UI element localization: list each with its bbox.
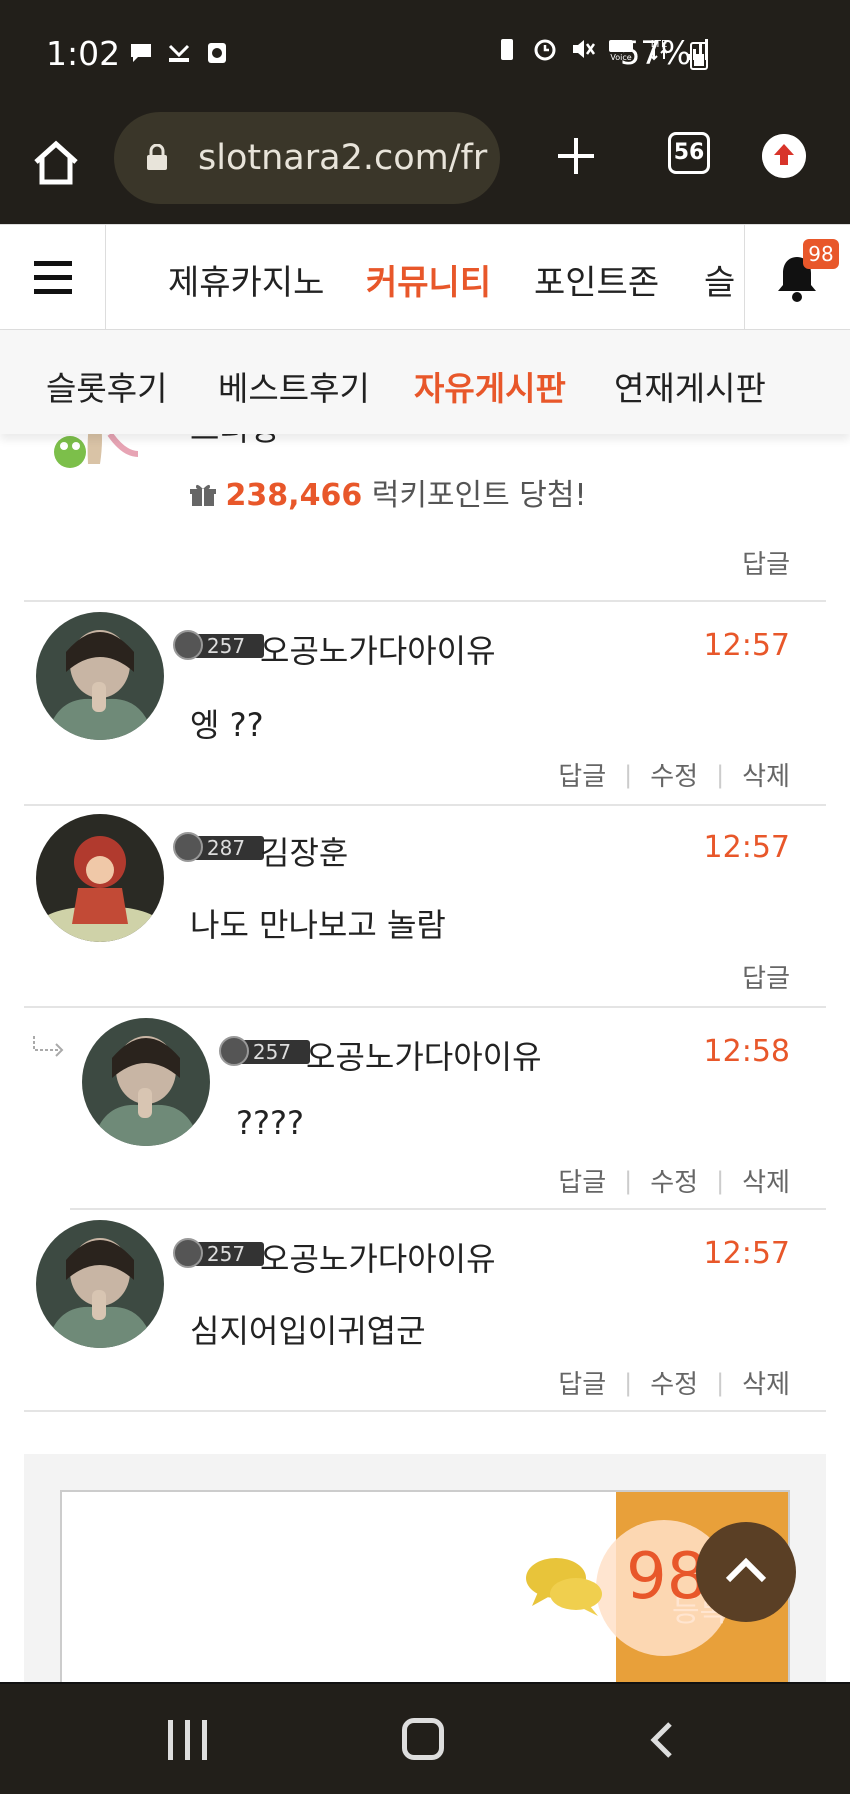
comment-text: 나도 만나보고 놀람 <box>190 906 446 944</box>
screen-record-icon <box>208 43 226 63</box>
comment-author[interactable]: 김장훈 <box>260 828 348 874</box>
tab-slot-review[interactable]: 슬롯후기 <box>46 362 167 410</box>
url-text: slotnara2.com/fr <box>198 138 488 178</box>
comment-reply-item: 257 오공노가다아이유 12:58 ???? 답글 | 수정 | 삭제 <box>33 1008 826 1210</box>
comment-count: 98 <box>626 1540 708 1614</box>
board-tabs: 슬롯후기 베스트후기 자유게시판 연재게시판 <box>0 330 850 434</box>
missed-call-icon <box>168 44 190 62</box>
new-tab-icon[interactable] <box>554 134 598 178</box>
comment-text: 엥 ?? <box>190 706 264 744</box>
nav-menu: 제휴카지노 커뮤니티 포인트존 슬 <box>106 225 744 331</box>
comment-time: 12:57 <box>703 1236 790 1271</box>
lucky-point-notice: 238,466 럭키포인트 당첨! <box>190 470 587 514</box>
mute-icon <box>573 40 596 58</box>
comment-author[interactable]: 오공노가다아이유 <box>306 1032 542 1078</box>
nav-item-point-zone[interactable]: 포인트존 <box>534 255 659 304</box>
nav-item-partner-casino[interactable]: 제휴카지노 <box>168 255 324 304</box>
reply-link[interactable]: 답글 <box>742 544 790 581</box>
comment-input[interactable]: 등록 98 <box>60 1490 790 1692</box>
nav-item-slot[interactable]: 슬 <box>704 255 735 304</box>
status-time: 1:02 <box>46 34 121 73</box>
lucky-point-text: 럭키포인트 당첨! <box>371 478 587 513</box>
scroll-top-button[interactable] <box>696 1522 796 1622</box>
notification-button[interactable]: 98 <box>744 225 850 331</box>
update-arrow-icon[interactable] <box>762 134 806 178</box>
avatar <box>36 1220 164 1348</box>
battery-icon <box>690 42 708 70</box>
delete-link[interactable]: 삭제 <box>742 1364 790 1401</box>
comment-actions: 답글 | 수정 | 삭제 <box>558 1364 790 1401</box>
battery-percent: 57% <box>620 34 692 72</box>
nav-item-community[interactable]: 커뮤니티 <box>366 255 491 304</box>
menu-button[interactable] <box>0 225 106 331</box>
tab-switcher-button[interactable]: 56 <box>668 132 710 174</box>
alarm-icon <box>534 39 556 61</box>
comment-author[interactable]: 오공노가다아이유 <box>260 626 496 672</box>
edit-link[interactable]: 수정 <box>650 1364 698 1401</box>
delete-link[interactable]: 삭제 <box>742 756 790 793</box>
lock-icon <box>147 144 167 170</box>
comment-actions: 답글 | 수정 | 삭제 <box>558 756 790 793</box>
comment-item: 257 오공노가다아이유 12:57 엥 ?? 답글 | 수정 | 삭제 <box>24 604 826 806</box>
svg-text:257: 257 <box>207 1242 245 1266</box>
avatar <box>44 434 144 484</box>
comment-item: 287 김장훈 12:57 나도 만나보고 놀람 답글 <box>24 806 826 1008</box>
comment-time: 12:57 <box>703 830 790 865</box>
address-bar[interactable]: slotnara2.com/fr <box>114 112 500 204</box>
home-icon[interactable] <box>30 136 82 188</box>
edit-link[interactable]: 수정 <box>650 756 698 793</box>
reply-link[interactable]: 답글 <box>558 756 606 793</box>
level-badge: 257 <box>219 1036 310 1066</box>
tab-best-review[interactable]: 베스트후기 <box>218 362 370 410</box>
avatar <box>82 1018 210 1146</box>
system-nav-bar <box>0 1682 850 1794</box>
recent-apps-button[interactable] <box>168 1720 208 1760</box>
level-badge: 257 <box>173 1238 264 1268</box>
gift-icon <box>190 484 216 506</box>
comment-author[interactable]: 그러넹 <box>190 434 278 450</box>
chat-bubble-icon <box>131 44 151 62</box>
avatar <box>36 814 164 942</box>
status-left-icons <box>128 40 230 66</box>
back-icon[interactable] <box>650 1720 674 1760</box>
svg-text:257: 257 <box>253 1040 291 1064</box>
reply-link[interactable]: 답글 <box>742 958 790 995</box>
status-bar: 1:02 Voice LTE 57% <box>0 0 850 112</box>
comment-actions: 답글 | 수정 | 삭제 <box>558 1162 790 1199</box>
comment-actions: 답글 <box>742 544 790 581</box>
level-badge: 257 <box>173 630 264 660</box>
lucky-point-amount: 238,466 <box>225 478 363 513</box>
comment-time: 12:58 <box>703 1034 790 1069</box>
tab-series-board[interactable]: 연재게시판 <box>614 362 766 410</box>
comment-text: 심지어입이귀엽군 <box>190 1312 426 1350</box>
svg-text:257: 257 <box>207 634 245 658</box>
browser-toolbar: slotnara2.com/fr 56 <box>0 112 850 224</box>
comment-author[interactable]: 오공노가다아이유 <box>260 1234 496 1280</box>
delete-link[interactable]: 삭제 <box>742 1162 790 1199</box>
svg-text:287: 287 <box>207 836 245 860</box>
comment-actions: 답글 <box>742 958 790 995</box>
menu-icon <box>34 261 72 266</box>
comment-text: ???? <box>236 1104 304 1142</box>
edit-link[interactable]: 수정 <box>650 1162 698 1199</box>
comment-item: 그러넹 238,466 럭키포인트 당첨! 답글 <box>24 434 826 602</box>
chevron-up-icon <box>725 1557 767 1583</box>
level-badge: 287 <box>173 832 264 862</box>
comment-item: 257 오공노가다아이유 12:57 심지어입이귀엽군 답글 | 수정 | 삭제 <box>24 1210 826 1412</box>
chat-bubbles-icon <box>526 1558 602 1616</box>
site-nav: 제휴카지노 커뮤니티 포인트존 슬 98 <box>0 224 850 331</box>
reply-link[interactable]: 답글 <box>558 1364 606 1401</box>
home-button[interactable] <box>402 1718 444 1760</box>
tab-free-board[interactable]: 자유게시판 <box>414 362 566 410</box>
reply-arrow-icon <box>33 1036 64 1057</box>
avatar <box>36 612 164 740</box>
battery-saver-icon <box>501 39 513 60</box>
comment-time: 12:57 <box>703 628 790 663</box>
notification-badge: 98 <box>803 239 839 269</box>
reply-link[interactable]: 답글 <box>558 1162 606 1199</box>
